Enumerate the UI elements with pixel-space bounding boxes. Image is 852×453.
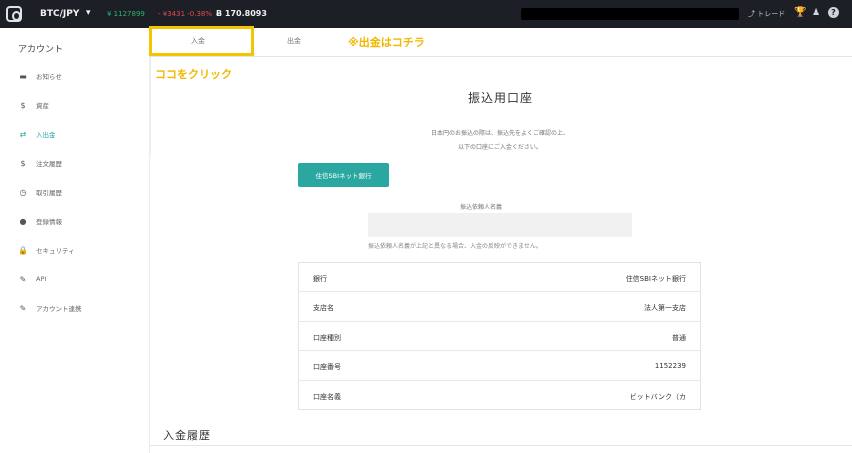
table-row: 口座番号 1152239 <box>299 351 700 381</box>
description-line-1: 日本円のお振込の際は、振込先をよくご確認の上、 <box>430 130 569 137</box>
lock-icon: 🔒 <box>18 245 28 255</box>
chevron-down-icon[interactable]: ▾ <box>86 8 91 18</box>
trophy-icon[interactable]: 🏆 <box>794 7 806 18</box>
withdraw-note: ※出金はコチラ <box>348 36 425 49</box>
sidebar-item-label: 取引履歴 <box>36 189 62 197</box>
transfer-icon: ⇄ <box>19 129 27 139</box>
sidebar-item-notices[interactable]: ▬ お知らせ <box>18 69 62 83</box>
bank-info-table: 銀行 住信SBIネット銀行 支店名 法人第一支店 口座種別 普通 口座番号 11… <box>298 262 701 410</box>
dollar-icon: $ <box>20 100 26 110</box>
person-icon: ● <box>19 216 27 226</box>
clock-icon: ◷ <box>19 187 27 197</box>
sidebar-item-label: 資産 <box>36 102 49 110</box>
table-row: 支店名 法人第一支店 <box>299 292 700 322</box>
volume: Ƀ 170.8093 <box>216 9 267 18</box>
sidebar-item-label: 登録情報 <box>36 218 62 226</box>
sidebar-item-api[interactable]: ✎ API <box>18 272 47 286</box>
api-icon: ✎ <box>19 274 27 284</box>
row-value: 普通 <box>672 333 686 342</box>
help-icon[interactable]: ? <box>828 7 839 18</box>
link-icon: ✎ <box>19 303 27 313</box>
sidebar-item-security[interactable]: 🔒 セキュリティ <box>18 243 75 257</box>
sidebar-item-registration[interactable]: ● 登録情報 <box>18 214 63 228</box>
redacted-area <box>521 8 739 20</box>
page-title: 振込用口座 <box>468 91 534 105</box>
table-row: 銀行 住信SBIネット銀行 <box>299 263 700 293</box>
sidebar-item-label: 入出金 <box>36 131 56 139</box>
chart-icon: ⤴ <box>748 10 755 18</box>
sidebar-item-label: 注文履歴 <box>36 160 62 168</box>
divider <box>150 445 852 446</box>
user-icon[interactable]: ♟ <box>812 8 822 18</box>
sidebar-item-label: お知らせ <box>36 73 62 81</box>
sidebar-title: アカウント <box>18 45 64 55</box>
description-line-2: 以下の口座にご入金ください。 <box>458 144 542 151</box>
price-change: - ¥3431 -0.38% <box>158 10 213 18</box>
row-key: 口座番号 <box>313 363 341 372</box>
account-sidebar: アカウント ▬ お知らせ $ 資産 ⇄ 入出金 $ 注文履歴 ◷ 取引履歴 ● … <box>0 28 150 453</box>
table-row: 口座種別 普通 <box>299 322 700 352</box>
top-bar: BTC/JPY ▾ ¥ 1127899 - ¥3431 -0.38% Ƀ 170… <box>0 0 852 28</box>
notice-icon: ▬ <box>19 71 27 81</box>
deposit-history-title: 入金履歴 <box>163 429 211 442</box>
sidebar-item-assets[interactable]: $ 資産 <box>18 98 49 112</box>
row-key: 銀行 <box>313 275 327 283</box>
row-key: 支店名 <box>313 304 334 313</box>
row-value: ビットバンク（カ <box>629 392 686 401</box>
sidebar-item-label: API <box>36 275 47 283</box>
currency-pair-selector[interactable]: BTC/JPY <box>40 9 79 19</box>
sidebar-item-deposit-withdraw[interactable]: ⇄ 入出金 <box>18 127 56 141</box>
divider <box>150 57 151 157</box>
sidebar-item-order-history[interactable]: $ 注文履歴 <box>18 156 62 170</box>
row-key: 口座名義 <box>313 392 341 401</box>
sidebar-item-trade-history[interactable]: ◷ 取引履歴 <box>18 185 63 199</box>
row-value: 住信SBIネット銀行 <box>625 275 686 283</box>
sidebar-item-label: セキュリティ <box>36 247 75 255</box>
deposit-withdraw-tabs: 入金 出金 <box>150 28 852 57</box>
bitbank-logo-icon[interactable] <box>6 6 22 22</box>
tab-withdraw[interactable]: 出金 <box>287 36 301 46</box>
last-price: ¥ 1127899 <box>107 10 145 18</box>
click-here-note: ココをクリック <box>155 68 232 81</box>
trade-label: トレード <box>757 10 786 18</box>
sender-name-label: 振込依頼人名義 <box>460 204 503 211</box>
row-value: 法人第一支店 <box>644 304 686 313</box>
sender-name-warning: 振込依頼人名義が上記と異なる場合、入金の反映ができません。 <box>368 243 542 250</box>
bank-select-button[interactable]: 住信SBIネット銀行 <box>298 163 389 187</box>
sidebar-item-label: アカウント連携 <box>36 305 82 313</box>
row-value: 1152239 <box>654 362 686 371</box>
sidebar-item-account-link[interactable]: ✎ アカウント連携 <box>18 301 82 315</box>
deposit-tab-highlight <box>149 26 254 56</box>
row-key: 口座種別 <box>313 333 341 342</box>
trade-link[interactable]: ⤴ トレード <box>748 9 785 19</box>
table-row: 口座名義 ビットバンク（カ <box>299 381 700 410</box>
sender-name-field <box>368 213 632 237</box>
dollar-icon: $ <box>20 158 26 168</box>
